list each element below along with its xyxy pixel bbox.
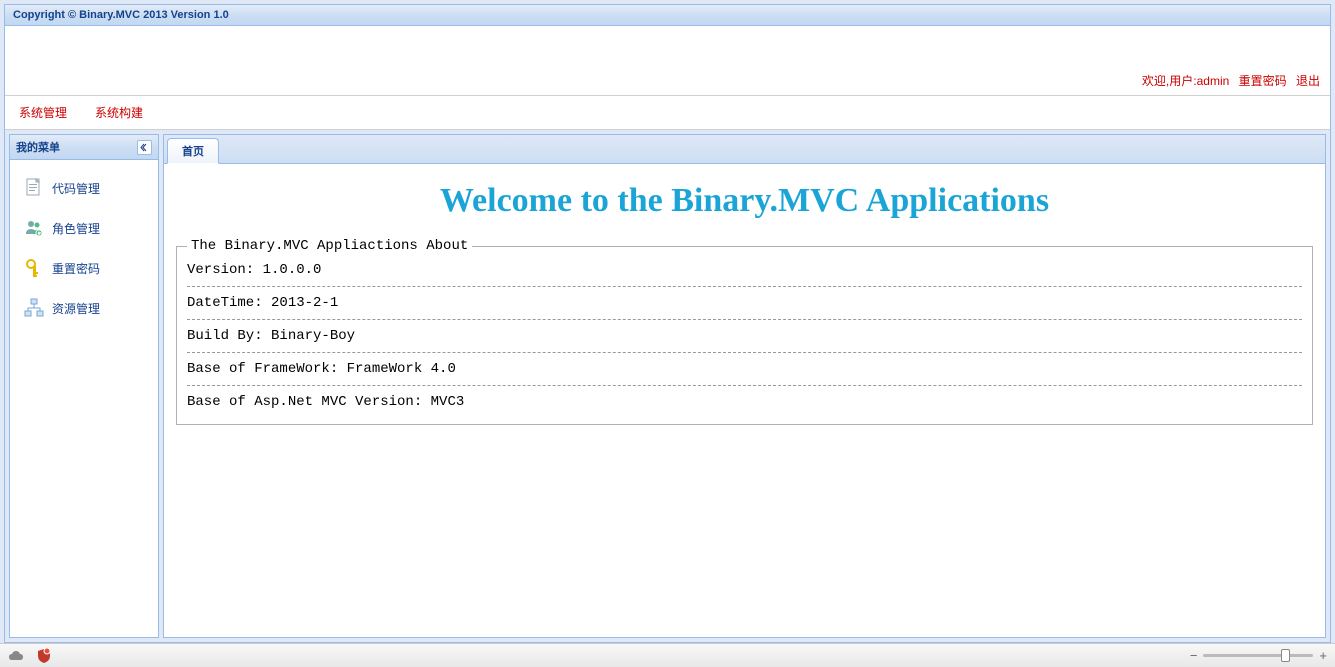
zoom-out-button[interactable]: − [1190,648,1198,663]
zoom-control: − + [1190,648,1327,663]
welcome-text: 欢迎,用户:admin [1142,74,1229,88]
zoom-slider[interactable] [1203,654,1313,657]
tab-strip: 首页 [164,135,1325,164]
chevron-left-icon [140,143,149,152]
zoom-slider-thumb[interactable] [1281,649,1290,662]
about-legend: The Binary.MVC Appliactions About [187,238,472,254]
browser-statusbar: − + [0,643,1335,667]
app-window: Copyright © Binary.MVC 2013 Version 1.0 … [4,4,1331,643]
welcome-heading: Welcome to the Binary.MVC Applications [176,182,1313,220]
document-icon [24,178,44,198]
main-panel: 首页 Welcome to the Binary.MVC Application… [163,134,1326,638]
sidebar-item-reset-password[interactable]: 重置密码 [16,248,152,288]
sidebar-title: 我的菜单 [16,139,60,155]
shield-warning-icon[interactable] [36,648,52,664]
tree-icon [24,298,44,318]
about-row-buildby: Build By: Binary-Boy [187,320,1302,353]
sidebar-item-role-manage[interactable]: 角色管理 [16,208,152,248]
sidebar-item-label: 代码管理 [52,180,100,197]
zoom-in-button[interactable]: + [1319,648,1327,663]
menu-system-build[interactable]: 系统构建 [95,104,143,121]
sidebar-header: 我的菜单 [10,135,158,160]
user-links: 欢迎,用户:admin 重置密码 退出 [1142,72,1320,89]
tab-home[interactable]: 首页 [167,138,219,164]
sidebar-item-label: 资源管理 [52,300,100,317]
key-icon [24,258,44,278]
header-region: 欢迎,用户:admin 重置密码 退出 [5,26,1330,96]
main-content: Welcome to the Binary.MVC Applications T… [164,164,1325,637]
sidebar-item-label: 角色管理 [52,220,100,237]
sidebar-item-code-manage[interactable]: 代码管理 [16,168,152,208]
sidebar-item-label: 重置密码 [52,260,100,277]
about-row-framework: Base of FrameWork: FrameWork 4.0 [187,353,1302,386]
main-menubar: 系统管理 系统构建 [5,96,1330,130]
window-title: Copyright © Binary.MVC 2013 Version 1.0 [13,9,229,21]
sidebar-collapse-button[interactable] [137,140,152,155]
about-fieldset: The Binary.MVC Appliactions About Versio… [176,238,1313,425]
users-icon [24,218,44,238]
about-row-version: Version: 1.0.0.0 [187,254,1302,287]
menu-system-manage[interactable]: 系统管理 [19,104,67,121]
username: admin [1197,74,1230,88]
sidebar-item-resource-manage[interactable]: 资源管理 [16,288,152,328]
body-region: 我的菜单 代码管理 角色管理 [5,130,1330,642]
sidebar-body: 代码管理 角色管理 重置密码 [10,160,158,637]
reset-password-link[interactable]: 重置密码 [1239,74,1287,88]
window-titlebar: Copyright © Binary.MVC 2013 Version 1.0 [5,5,1330,26]
logout-link[interactable]: 退出 [1296,74,1320,88]
about-row-datetime: DateTime: 2013-2-1 [187,287,1302,320]
about-row-mvc: Base of Asp.Net MVC Version: MVC3 [187,386,1302,418]
sidebar: 我的菜单 代码管理 角色管理 [9,134,159,638]
cloud-icon[interactable] [8,648,24,664]
